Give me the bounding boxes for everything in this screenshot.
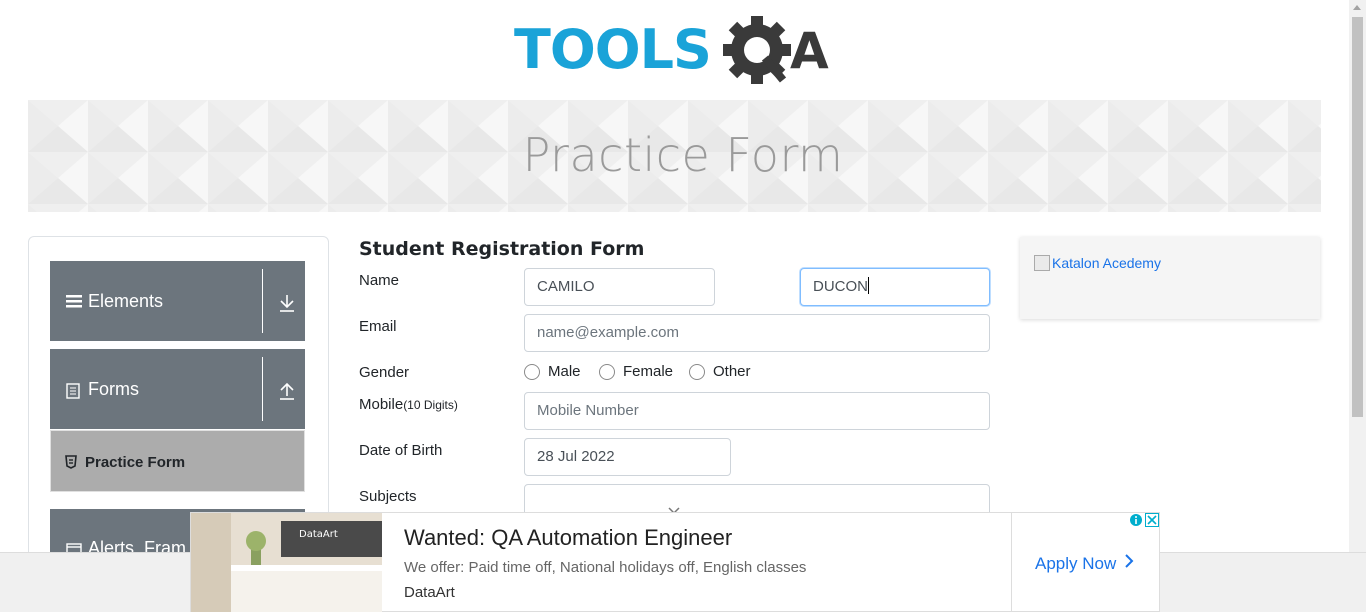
upload-arrow-icon[interactable] bbox=[277, 381, 297, 401]
apply-now-label: Apply Now bbox=[1035, 553, 1117, 573]
email-placeholder: name@example.com bbox=[537, 324, 679, 341]
shield-icon bbox=[65, 455, 77, 474]
ad-headline[interactable]: Wanted: QA Automation Engineer bbox=[404, 525, 732, 551]
text-caret bbox=[868, 277, 869, 294]
subjects-label: Subjects bbox=[359, 488, 417, 505]
document-icon bbox=[66, 383, 80, 404]
info-icon[interactable] bbox=[1129, 513, 1143, 527]
dob-value: 28 Jul 2022 bbox=[537, 448, 615, 465]
side-ad-alt-text: Katalon Acedemy bbox=[1052, 255, 1161, 271]
gender-male-label[interactable]: Male bbox=[548, 363, 581, 380]
first-name-input[interactable]: CAMILO bbox=[524, 268, 715, 306]
divider bbox=[262, 269, 263, 333]
broken-image-icon bbox=[1034, 255, 1050, 271]
sidebar-group-label: Elements bbox=[88, 291, 164, 311]
gender-other-label[interactable]: Other bbox=[713, 363, 751, 380]
page-title: Practice Form bbox=[522, 128, 844, 182]
logo-text-secondary: A bbox=[790, 22, 829, 80]
gender-female-label[interactable]: Female bbox=[623, 363, 673, 380]
gender-female-radio[interactable] bbox=[599, 364, 615, 380]
name-label: Name bbox=[359, 272, 400, 289]
scrollbar-thumb[interactable] bbox=[1352, 17, 1363, 417]
logo-text-primary: TOOLS bbox=[514, 18, 711, 81]
date-of-birth-input[interactable]: 28 Jul 2022 bbox=[524, 438, 731, 476]
ad-controls bbox=[1129, 513, 1159, 527]
mobile-hint: (10 Digits) bbox=[403, 398, 458, 412]
ad-description: We offer: Paid time off, National holida… bbox=[404, 559, 807, 576]
gender-other-radio[interactable] bbox=[689, 364, 705, 380]
bottom-advertisement[interactable]: DataArt Wanted: QA Automation Engineer W… bbox=[190, 512, 1160, 612]
gender-label: Gender bbox=[359, 364, 410, 381]
side-advertisement[interactable]: Katalon Acedemy bbox=[1020, 237, 1320, 319]
last-name-input[interactable]: DUCON bbox=[800, 268, 990, 306]
mobile-label: Mobile(10 Digits) bbox=[359, 396, 458, 413]
gender-male-radio[interactable] bbox=[524, 364, 540, 380]
close-icon[interactable] bbox=[1145, 513, 1159, 527]
sidebar-group-elements[interactable]: Elements bbox=[50, 261, 305, 341]
email-input[interactable]: name@example.com bbox=[524, 314, 990, 352]
broken-image-link[interactable]: Katalon Acedemy bbox=[1034, 255, 1161, 271]
gear-icon bbox=[723, 16, 791, 84]
download-arrow-icon[interactable] bbox=[277, 293, 297, 313]
divider bbox=[1011, 513, 1012, 612]
list-icon bbox=[66, 293, 82, 314]
page-scrollbar[interactable] bbox=[1349, 0, 1366, 552]
first-name-value: CAMILO bbox=[537, 278, 595, 295]
sidebar-group-label: Forms bbox=[88, 379, 139, 399]
dob-label: Date of Birth bbox=[359, 442, 443, 459]
mobile-label-text: Mobile bbox=[359, 396, 404, 413]
sidebar-group-forms[interactable]: Forms bbox=[50, 349, 305, 429]
mobile-input[interactable]: Mobile Number bbox=[524, 392, 990, 430]
mobile-placeholder: Mobile Number bbox=[537, 402, 639, 419]
ad-photo-sign: DataArt bbox=[299, 529, 338, 540]
apply-now-button[interactable]: Apply Now bbox=[1035, 553, 1134, 574]
email-label: Email bbox=[359, 318, 397, 335]
last-name-value: DUCON bbox=[813, 278, 868, 295]
ad-brand: DataArt bbox=[404, 584, 455, 601]
toolsqa-logo[interactable]: TOOLS A bbox=[514, 14, 840, 92]
sidebar-item-practice-form[interactable]: Practice Form bbox=[50, 430, 305, 492]
chevron-right-icon bbox=[1124, 553, 1134, 574]
divider bbox=[262, 357, 263, 421]
ad-office-photo: DataArt bbox=[191, 513, 382, 612]
scroll-up-arrow-icon[interactable] bbox=[1353, 5, 1361, 10]
form-title: Student Registration Form bbox=[359, 238, 645, 260]
sidebar-item-label: Practice Form bbox=[85, 454, 186, 471]
